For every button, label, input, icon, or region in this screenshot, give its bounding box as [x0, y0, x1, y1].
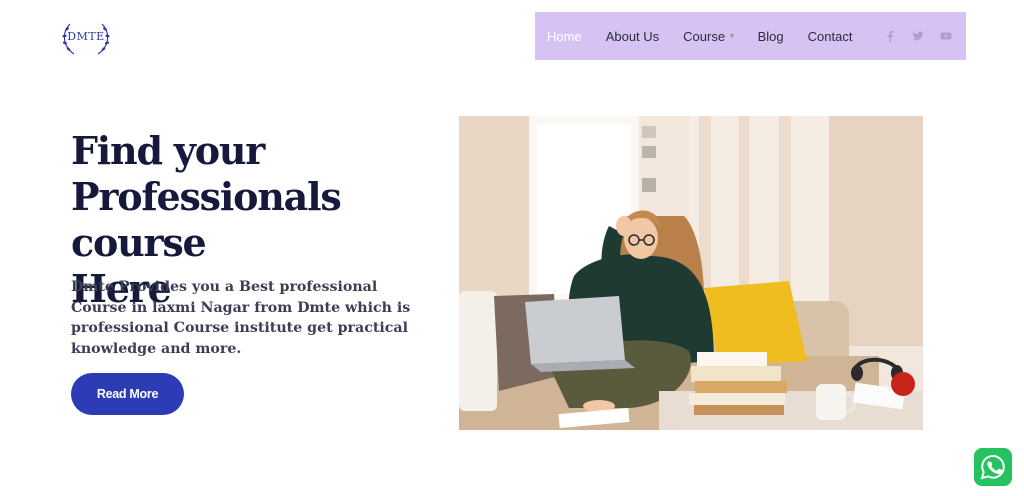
- main-navigation: Home About Us Course ▿ Blog Contact: [535, 12, 966, 60]
- site-logo[interactable]: DMTE: [60, 18, 112, 58]
- nav-item-about-us[interactable]: About Us: [606, 29, 659, 44]
- hero-description: Dmte Provides you a Best professional Co…: [71, 279, 411, 357]
- chevron-down-icon: ▿: [730, 33, 734, 40]
- whatsapp-button[interactable]: [974, 448, 1012, 486]
- nav-item-contact[interactable]: Contact: [808, 29, 853, 44]
- student-laptop-illustration: [459, 116, 923, 430]
- nav-item-label: About Us: [605, 28, 660, 44]
- hero-title-line-2: Professionals course: [71, 174, 342, 265]
- nav-item-label: Course: [683, 28, 726, 44]
- read-more-button[interactable]: Read More: [71, 373, 184, 415]
- whatsapp-icon: [980, 454, 1005, 480]
- social-links: [884, 30, 968, 42]
- logo-text: DMTE: [67, 30, 105, 43]
- nav-item-label: Contact: [807, 28, 853, 44]
- nav-item-label: Blog: [757, 28, 784, 44]
- hero-title-line-1: Find your: [71, 128, 265, 173]
- nav-item-home[interactable]: Home: [547, 29, 582, 44]
- hero-image: [459, 116, 923, 430]
- twitter-icon[interactable]: [912, 30, 924, 42]
- nav-item-label: Home: [547, 28, 582, 44]
- nav-item-course[interactable]: Course ▿: [683, 29, 733, 44]
- facebook-icon[interactable]: [884, 30, 896, 42]
- nav-item-blog[interactable]: Blog: [758, 29, 784, 44]
- youtube-icon[interactable]: [940, 30, 952, 42]
